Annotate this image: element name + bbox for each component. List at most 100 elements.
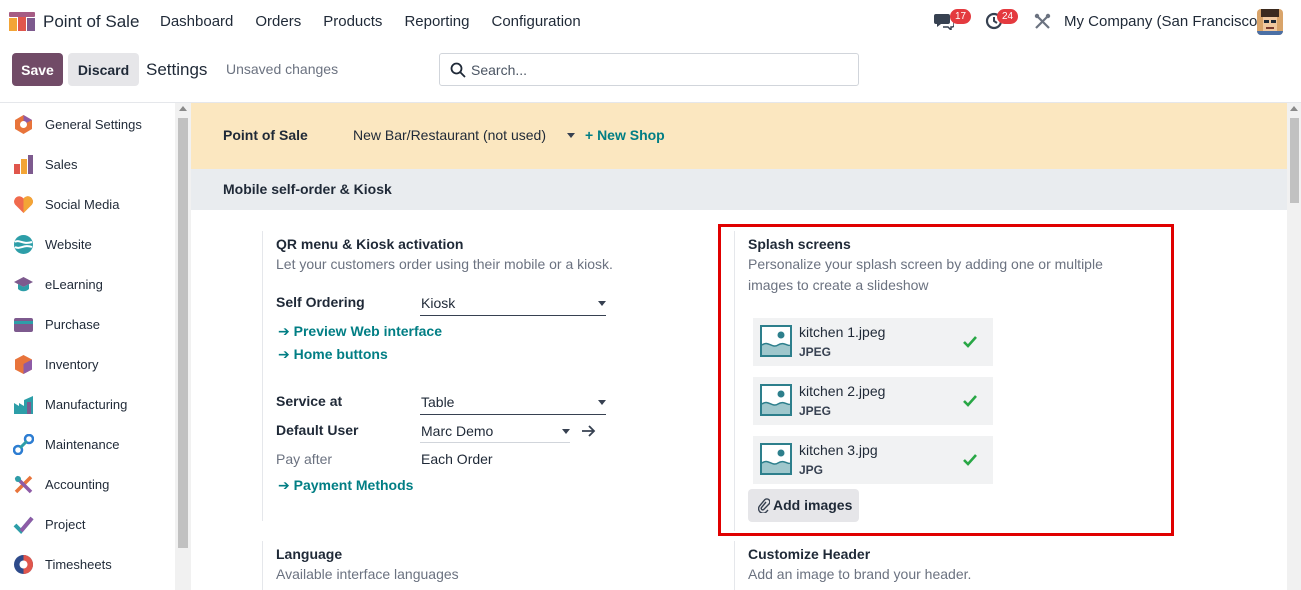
menu-dashboard[interactable]: Dashboard xyxy=(160,13,233,30)
default-user-label: Default User xyxy=(276,422,359,438)
section-header: Mobile self-order & Kiosk xyxy=(191,169,1287,210)
scrollbar-thumb[interactable] xyxy=(178,118,188,548)
chevron-down-icon[interactable] xyxy=(598,301,606,306)
accounting-icon xyxy=(14,475,33,493)
settings-sidebar: General Settings Sales Social Media Webs… xyxy=(0,102,191,590)
app-name[interactable]: Point of Sale xyxy=(43,12,139,32)
customize-header-description: Add an image to brand your header. xyxy=(748,566,972,582)
top-navbar: Point of Sale Dashboard Orders Products … xyxy=(0,0,1301,44)
sidebar-item-timesheets[interactable]: Timesheets xyxy=(0,544,175,584)
shop-selector-bar: Point of Sale New Bar/Restaurant (not us… xyxy=(191,103,1287,169)
purchase-icon xyxy=(14,317,33,332)
sidebar-item-label: Sales xyxy=(45,156,78,172)
language-description: Available interface languages xyxy=(276,566,459,582)
main-scrollbar[interactable] xyxy=(1287,103,1301,590)
service-at-label: Service at xyxy=(276,393,343,409)
menu-products[interactable]: Products xyxy=(323,13,382,30)
highlight-box xyxy=(718,224,1174,536)
sidebar-item-manufacturing[interactable]: Manufacturing xyxy=(0,384,175,424)
home-buttons-link[interactable]: ➔ Home buttons xyxy=(278,346,388,363)
sidebar-scrollbar[interactable] xyxy=(175,103,191,590)
link-label: Home buttons xyxy=(293,346,388,362)
service-at-select[interactable]: Table xyxy=(421,394,454,410)
customize-header-title: Customize Header xyxy=(748,546,871,562)
sidebar-item-label: Website xyxy=(45,236,92,252)
sidebar-item-label: eLearning xyxy=(45,276,103,292)
sidebar-item-label: Manufacturing xyxy=(45,396,128,412)
internal-link-arrow-icon[interactable] xyxy=(581,425,596,437)
elearning-icon xyxy=(14,276,33,291)
manufacturing-icon xyxy=(14,395,33,414)
chevron-down-icon[interactable] xyxy=(598,400,606,405)
sidebar-item-elearning[interactable]: eLearning xyxy=(0,264,175,304)
sidebar-item-inventory[interactable]: Inventory xyxy=(0,344,175,384)
self-ordering-select[interactable]: Kiosk xyxy=(421,295,455,311)
main-menu: Dashboard Orders Products Reporting Conf… xyxy=(160,13,581,30)
scrollbar-thumb[interactable] xyxy=(1290,118,1299,203)
user-avatar[interactable] xyxy=(1257,9,1283,35)
settings-main: Point of Sale New Bar/Restaurant (not us… xyxy=(191,102,1301,590)
menu-orders[interactable]: Orders xyxy=(255,13,301,30)
sales-icon xyxy=(14,154,33,174)
activity-badge: 24 xyxy=(997,9,1019,24)
website-icon xyxy=(14,234,33,254)
preview-web-interface-link[interactable]: ➔ Preview Web interface xyxy=(278,323,442,340)
timesheets-icon xyxy=(14,554,33,574)
save-button[interactable]: Save xyxy=(12,53,63,86)
unsaved-status: Unsaved changes xyxy=(226,61,339,77)
divider xyxy=(262,231,263,521)
search-input[interactable] xyxy=(471,61,851,79)
inventory-icon xyxy=(15,354,32,374)
scroll-up-arrow-icon[interactable] xyxy=(1290,106,1298,111)
menu-reporting[interactable]: Reporting xyxy=(404,13,469,30)
sidebar-item-label: General Settings xyxy=(45,116,142,132)
sidebar-item-label: Accounting xyxy=(45,476,110,492)
language-title: Language xyxy=(276,546,343,562)
link-label: Payment Methods xyxy=(293,477,414,493)
sidebar-item-label: Inventory xyxy=(45,356,99,372)
sidebar-item-accounting[interactable]: Accounting xyxy=(0,464,175,504)
sidebar-item-label: Project xyxy=(45,516,86,532)
search-bar[interactable] xyxy=(439,53,859,86)
sidebar-item-general-settings[interactable]: General Settings xyxy=(0,104,175,144)
sidebar-item-label: Purchase xyxy=(45,316,100,332)
pay-after-value[interactable]: Each Order xyxy=(421,451,493,467)
sidebar-item-project[interactable]: Project xyxy=(0,504,175,544)
divider xyxy=(734,541,735,590)
select-underline xyxy=(420,315,606,316)
chevron-down-icon[interactable] xyxy=(567,133,575,138)
sidebar-item-label: Social Media xyxy=(45,196,120,212)
new-shop-link[interactable]: + New Shop xyxy=(585,127,665,143)
link-label: Preview Web interface xyxy=(293,323,442,339)
pay-after-label: Pay after xyxy=(276,451,333,467)
social-media-icon xyxy=(14,195,33,213)
general-settings-icon xyxy=(15,114,32,134)
discard-button[interactable]: Discard xyxy=(68,53,139,86)
debug-tools-icon[interactable] xyxy=(1034,13,1051,30)
payment-methods-link[interactable]: ➔ Payment Methods xyxy=(278,477,413,494)
self-ordering-label: Self Ordering xyxy=(276,294,365,310)
sidebar-item-social-media[interactable]: Social Media xyxy=(0,184,175,224)
section-title: Mobile self-order & Kiosk xyxy=(223,181,392,197)
point-of-sale-app-icon[interactable] xyxy=(9,12,35,31)
project-icon xyxy=(13,516,34,534)
scroll-up-arrow-icon[interactable] xyxy=(179,106,187,111)
select-underline xyxy=(420,414,606,415)
sidebar-item-label: Timesheets xyxy=(45,556,112,572)
sidebar-item-sales[interactable]: Sales xyxy=(0,144,175,184)
sidebar-item-label: Maintenance xyxy=(45,436,120,452)
page-title: Settings xyxy=(146,60,208,79)
default-user-select[interactable]: Marc Demo xyxy=(421,423,493,439)
sidebar-item-purchase[interactable]: Purchase xyxy=(0,304,175,344)
divider xyxy=(262,541,263,590)
search-icon xyxy=(450,62,466,78)
chat-badge: 17 xyxy=(950,9,972,24)
qr-menu-description: Let your customers order using their mob… xyxy=(276,256,613,272)
chevron-down-icon[interactable] xyxy=(562,429,570,434)
menu-configuration[interactable]: Configuration xyxy=(491,13,580,30)
shop-select[interactable]: New Bar/Restaurant (not used) xyxy=(353,127,546,143)
sidebar-item-website[interactable]: Website xyxy=(0,224,175,264)
shop-label: Point of Sale xyxy=(223,127,308,143)
company-switcher[interactable]: My Company (San Francisco) xyxy=(1064,13,1262,30)
sidebar-item-maintenance[interactable]: Maintenance xyxy=(0,424,175,464)
